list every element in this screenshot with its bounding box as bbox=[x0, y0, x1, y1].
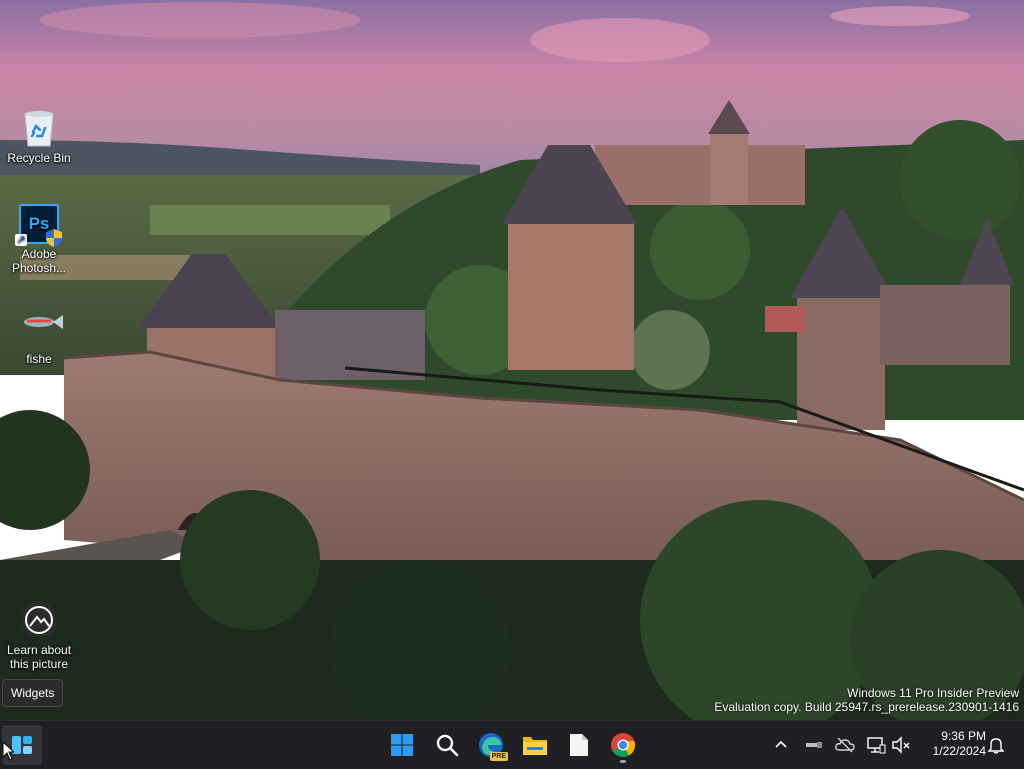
speaker-muted-icon bbox=[892, 736, 910, 754]
search-icon bbox=[436, 734, 459, 757]
tray-onedrive[interactable] bbox=[835, 735, 855, 755]
taskbar: PRE 9:36 PM 1/22/2024 bbox=[0, 720, 1024, 769]
show-hidden-icons-button[interactable] bbox=[771, 735, 791, 755]
network-icon bbox=[867, 737, 886, 754]
document-icon bbox=[570, 734, 588, 756]
search-button[interactable] bbox=[427, 725, 467, 765]
desktop-icon-label: Learn about this picture bbox=[6, 643, 72, 671]
start-button[interactable] bbox=[382, 725, 422, 765]
taskbar-app-file-explorer[interactable] bbox=[515, 725, 555, 765]
desktop-icon-fishe[interactable]: fishe bbox=[2, 312, 76, 366]
camera-lens-icon bbox=[19, 600, 59, 640]
tray-network[interactable] bbox=[866, 735, 886, 755]
running-indicator bbox=[620, 760, 626, 763]
onedrive-offline-icon bbox=[835, 737, 855, 753]
shortcut-arrow-icon: ↗ bbox=[15, 234, 27, 246]
desktop-icon-learn-about-picture[interactable]: Learn about this picture bbox=[2, 600, 76, 671]
clock-time: 9:36 PM bbox=[941, 729, 986, 743]
chevron-up-icon bbox=[775, 740, 787, 748]
shield-icon bbox=[46, 229, 62, 247]
evaluation-watermark: Windows 11 Pro Insider Preview Evaluatio… bbox=[714, 686, 1019, 714]
notifications-button[interactable] bbox=[986, 735, 1006, 755]
chrome-icon bbox=[611, 733, 636, 758]
desktop-icon-recycle-bin[interactable]: Recycle Bin bbox=[2, 108, 76, 165]
taskbar-app-notepad[interactable] bbox=[559, 725, 599, 765]
tray-volume[interactable] bbox=[891, 735, 911, 755]
fish-icon bbox=[19, 312, 63, 340]
taskbar-clock[interactable]: 9:36 PM 1/22/2024 bbox=[933, 729, 986, 759]
folder-icon bbox=[523, 737, 547, 755]
notifications-bell-icon bbox=[988, 738, 1004, 754]
taskbar-app-edge-preview[interactable]: PRE bbox=[471, 725, 511, 765]
pre-badge: PRE bbox=[489, 752, 508, 761]
tray-usb[interactable] bbox=[804, 735, 824, 755]
desktop-wallpaper bbox=[0, 0, 1024, 720]
desktop-icon-label: fishe bbox=[26, 352, 52, 366]
watermark-line-2: Evaluation copy. Build 25947.rs_prerelea… bbox=[714, 700, 1019, 714]
mouse-cursor-icon bbox=[2, 740, 16, 766]
taskbar-app-chrome[interactable] bbox=[603, 725, 643, 765]
clock-date: 1/22/2024 bbox=[932, 744, 986, 758]
edge-pre-icon: PRE bbox=[478, 732, 508, 761]
desktop-icon-label: Recycle Bin bbox=[7, 151, 71, 165]
widgets-tooltip: Widgets bbox=[2, 679, 64, 707]
watermark-line-1: Windows 11 Pro Insider Preview bbox=[847, 686, 1019, 700]
photoshop-icon: Ps ↗ bbox=[15, 204, 62, 247]
recycle-bin-icon bbox=[19, 108, 59, 148]
usb-icon bbox=[806, 742, 822, 748]
desktop-icon-label: Adobe Photosh... bbox=[11, 247, 67, 275]
desktop-icon-photoshop[interactable]: Ps ↗ Adobe Photosh... bbox=[2, 204, 76, 275]
windows-logo-icon bbox=[391, 734, 413, 756]
